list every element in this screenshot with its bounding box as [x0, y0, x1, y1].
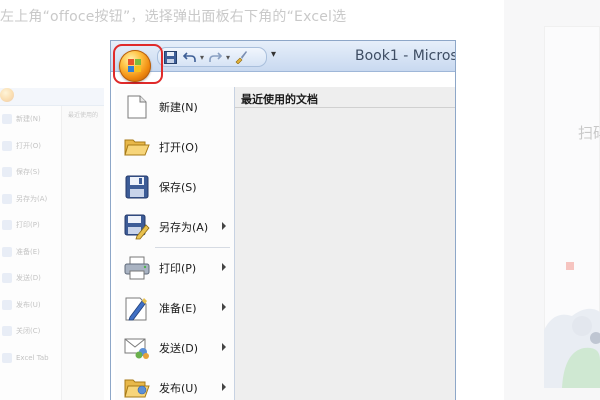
menu-item-label: 打印(P): [159, 262, 197, 275]
undo-icon[interactable]: [181, 49, 197, 65]
menu-item-send[interactable]: 发送(D): [115, 328, 234, 368]
ghost-menu-item: 发布(U): [0, 292, 61, 319]
menu-item-prepare[interactable]: 准备(E): [115, 288, 234, 328]
ghost-menu-item: 准备(E): [0, 239, 61, 266]
menu-item-new[interactable]: 新建(N): [115, 87, 234, 127]
ghost-menu-icon: [2, 114, 12, 125]
scan-text: 扫码: [578, 124, 600, 142]
ghost-recent-panel: 最近使用的: [62, 106, 104, 400]
ghost-titlebar: [0, 88, 104, 106]
mascot-illustration-icon: [544, 308, 600, 388]
background-screenshot-copy: 新建(N) 打开(O) 保存(S) 另存为(A) 打印(P) 准备(E) 发送(…: [0, 88, 104, 400]
ghost-menu-item: 新建(N): [0, 106, 61, 133]
save-as-icon: [123, 213, 151, 241]
ghost-menu-label: 保存(S): [16, 168, 40, 177]
ghost-menu-icon: [2, 193, 12, 204]
ghost-menu-label: 打开(O): [16, 141, 41, 150]
ghost-menu-label: 发布(U): [16, 300, 41, 309]
prepare-icon: [123, 294, 151, 322]
ghost-menu-label: Excel Tab: [16, 353, 49, 362]
menu-item-label: 发布(U): [159, 382, 198, 395]
window-title: Book1 - Microsof: [355, 48, 455, 64]
menu-item-open[interactable]: 打开(O): [115, 127, 234, 167]
ghost-menu-icon: [2, 273, 12, 284]
customize-toolbar-icon[interactable]: ▾: [271, 49, 276, 60]
ghost-menu-icon: [2, 352, 12, 363]
ghost-recent-title: 最近使用的: [68, 112, 99, 119]
menu-item-label: 保存(S): [159, 181, 197, 194]
menu-item-save[interactable]: 保存(S): [115, 167, 234, 207]
submenu-arrow-icon: [222, 222, 226, 230]
ghost-menu-icon: [2, 246, 12, 257]
ghost-menu-item: Excel Tab: [0, 345, 61, 372]
menu-item-label: 新建(N): [159, 101, 198, 114]
ghost-menu-item: 另存为(A): [0, 186, 61, 213]
office-button[interactable]: [119, 50, 151, 82]
ghost-menu-icon: [2, 140, 12, 151]
excel-window: ▾ ▾ ▾ Book1 - Microsof: [110, 40, 456, 400]
menu-item-label: 准备(E): [159, 302, 197, 315]
undo-dropdown-icon[interactable]: ▾: [200, 53, 204, 62]
menu-item-label: 另存为(A): [159, 221, 209, 234]
menu-item-save-as[interactable]: 另存为(A): [115, 207, 234, 247]
save-icon[interactable]: [162, 49, 178, 65]
menu-item-print[interactable]: 打印(P): [115, 248, 234, 288]
send-icon: [123, 334, 151, 362]
recent-documents-title: 最近使用的文档: [241, 93, 318, 106]
ghost-menu-icon: [2, 299, 12, 310]
ghost-menu-label: 打印(P): [16, 221, 40, 230]
ghost-menu-label: 发送(D): [16, 274, 41, 283]
redo-dropdown-icon[interactable]: ▾: [226, 53, 230, 62]
ghost-menu: 新建(N) 打开(O) 保存(S) 另存为(A) 打印(P) 准备(E) 发送(…: [0, 106, 62, 400]
ghost-menu-item: 打开(O): [0, 133, 61, 160]
menu-item-label: 打开(O): [159, 141, 199, 154]
submenu-arrow-icon: [222, 303, 226, 311]
new-document-icon: [123, 93, 151, 121]
brush-icon[interactable]: [233, 49, 249, 65]
ghost-office-orb-icon: [0, 88, 14, 102]
screenshot-page: 左上角“offoce按钮”，选择弹出面板右下角的“Excel选 新建(N) 打开…: [0, 0, 600, 400]
ghost-menu-label: 准备(E): [16, 247, 40, 256]
article-instruction-text: 左上角“offoce按钮”，选择弹出面板右下角的“Excel选: [0, 9, 347, 25]
ghost-menu-label: 另存为(A): [16, 194, 48, 203]
ghost-menu-item: 关闭(C): [0, 318, 61, 345]
submenu-arrow-icon: [222, 263, 226, 271]
ghost-menu-label: 新建(N): [16, 115, 41, 124]
recent-documents-panel: 最近使用的文档: [235, 87, 455, 400]
office-logo-icon: [128, 59, 142, 73]
ghost-menu-icon: [2, 167, 12, 178]
publish-icon: [123, 374, 151, 400]
ghost-menu-icon: [2, 220, 12, 231]
recent-title-divider: [235, 107, 455, 108]
menu-item-publish[interactable]: 发布(U): [115, 368, 234, 400]
menu-item-label: 发送(D): [159, 342, 199, 355]
ghost-menu-item: 发送(D): [0, 265, 61, 292]
ghost-menu-item: 打印(P): [0, 212, 61, 239]
submenu-arrow-icon: [222, 343, 226, 351]
ghost-menu-item: 保存(S): [0, 159, 61, 186]
office-menu: 新建(N) 打开(O) 保存(S) 另存为(A) 打印(P) 准备(E) 发送(…: [115, 87, 235, 400]
save-icon: [123, 173, 151, 201]
ghost-menu-label: 关闭(C): [16, 327, 41, 336]
submenu-arrow-icon: [222, 383, 226, 391]
open-folder-icon: [123, 133, 151, 161]
ghost-menu-icon: [2, 326, 12, 337]
print-icon: [123, 254, 151, 282]
redo-icon[interactable]: [207, 49, 223, 65]
decorative-dot: [566, 262, 574, 270]
quick-access-toolbar: ▾ ▾: [157, 47, 267, 67]
